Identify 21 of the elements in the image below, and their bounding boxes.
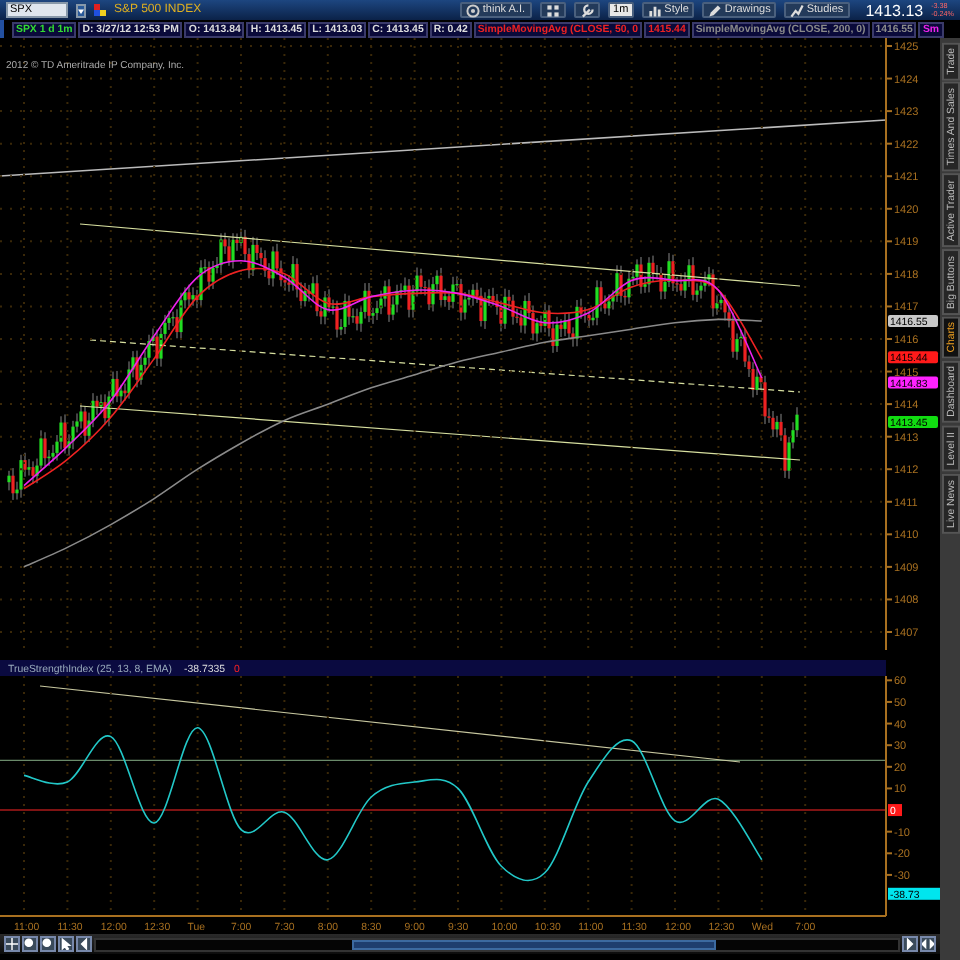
wrench-icon: [579, 3, 594, 17]
flag-icon: [94, 4, 106, 16]
expand-icon: [922, 938, 934, 950]
left-arrow-button[interactable]: [76, 936, 92, 952]
right-arrow-button[interactable]: [902, 936, 918, 952]
grid-icon: [545, 3, 560, 17]
expand-button[interactable]: [920, 936, 936, 952]
last-price: 1413.13: [865, 1, 924, 19]
left-arrow-icon: [78, 938, 90, 950]
line-chart-icon: [790, 3, 805, 17]
scrollbar-thumb[interactable]: [352, 939, 716, 949]
right-arrow-icon: [904, 938, 916, 950]
pointer-button[interactable]: [58, 936, 74, 952]
crosshair-icon: [6, 938, 18, 950]
pointer-icon: [60, 938, 72, 950]
bars-icon: [648, 3, 663, 17]
grid-button[interactable]: [539, 2, 566, 18]
crosshair-button[interactable]: [4, 936, 20, 952]
gear-icon: [466, 3, 481, 17]
dropdown-button[interactable]: [76, 3, 86, 17]
settings-button[interactable]: [573, 2, 600, 18]
